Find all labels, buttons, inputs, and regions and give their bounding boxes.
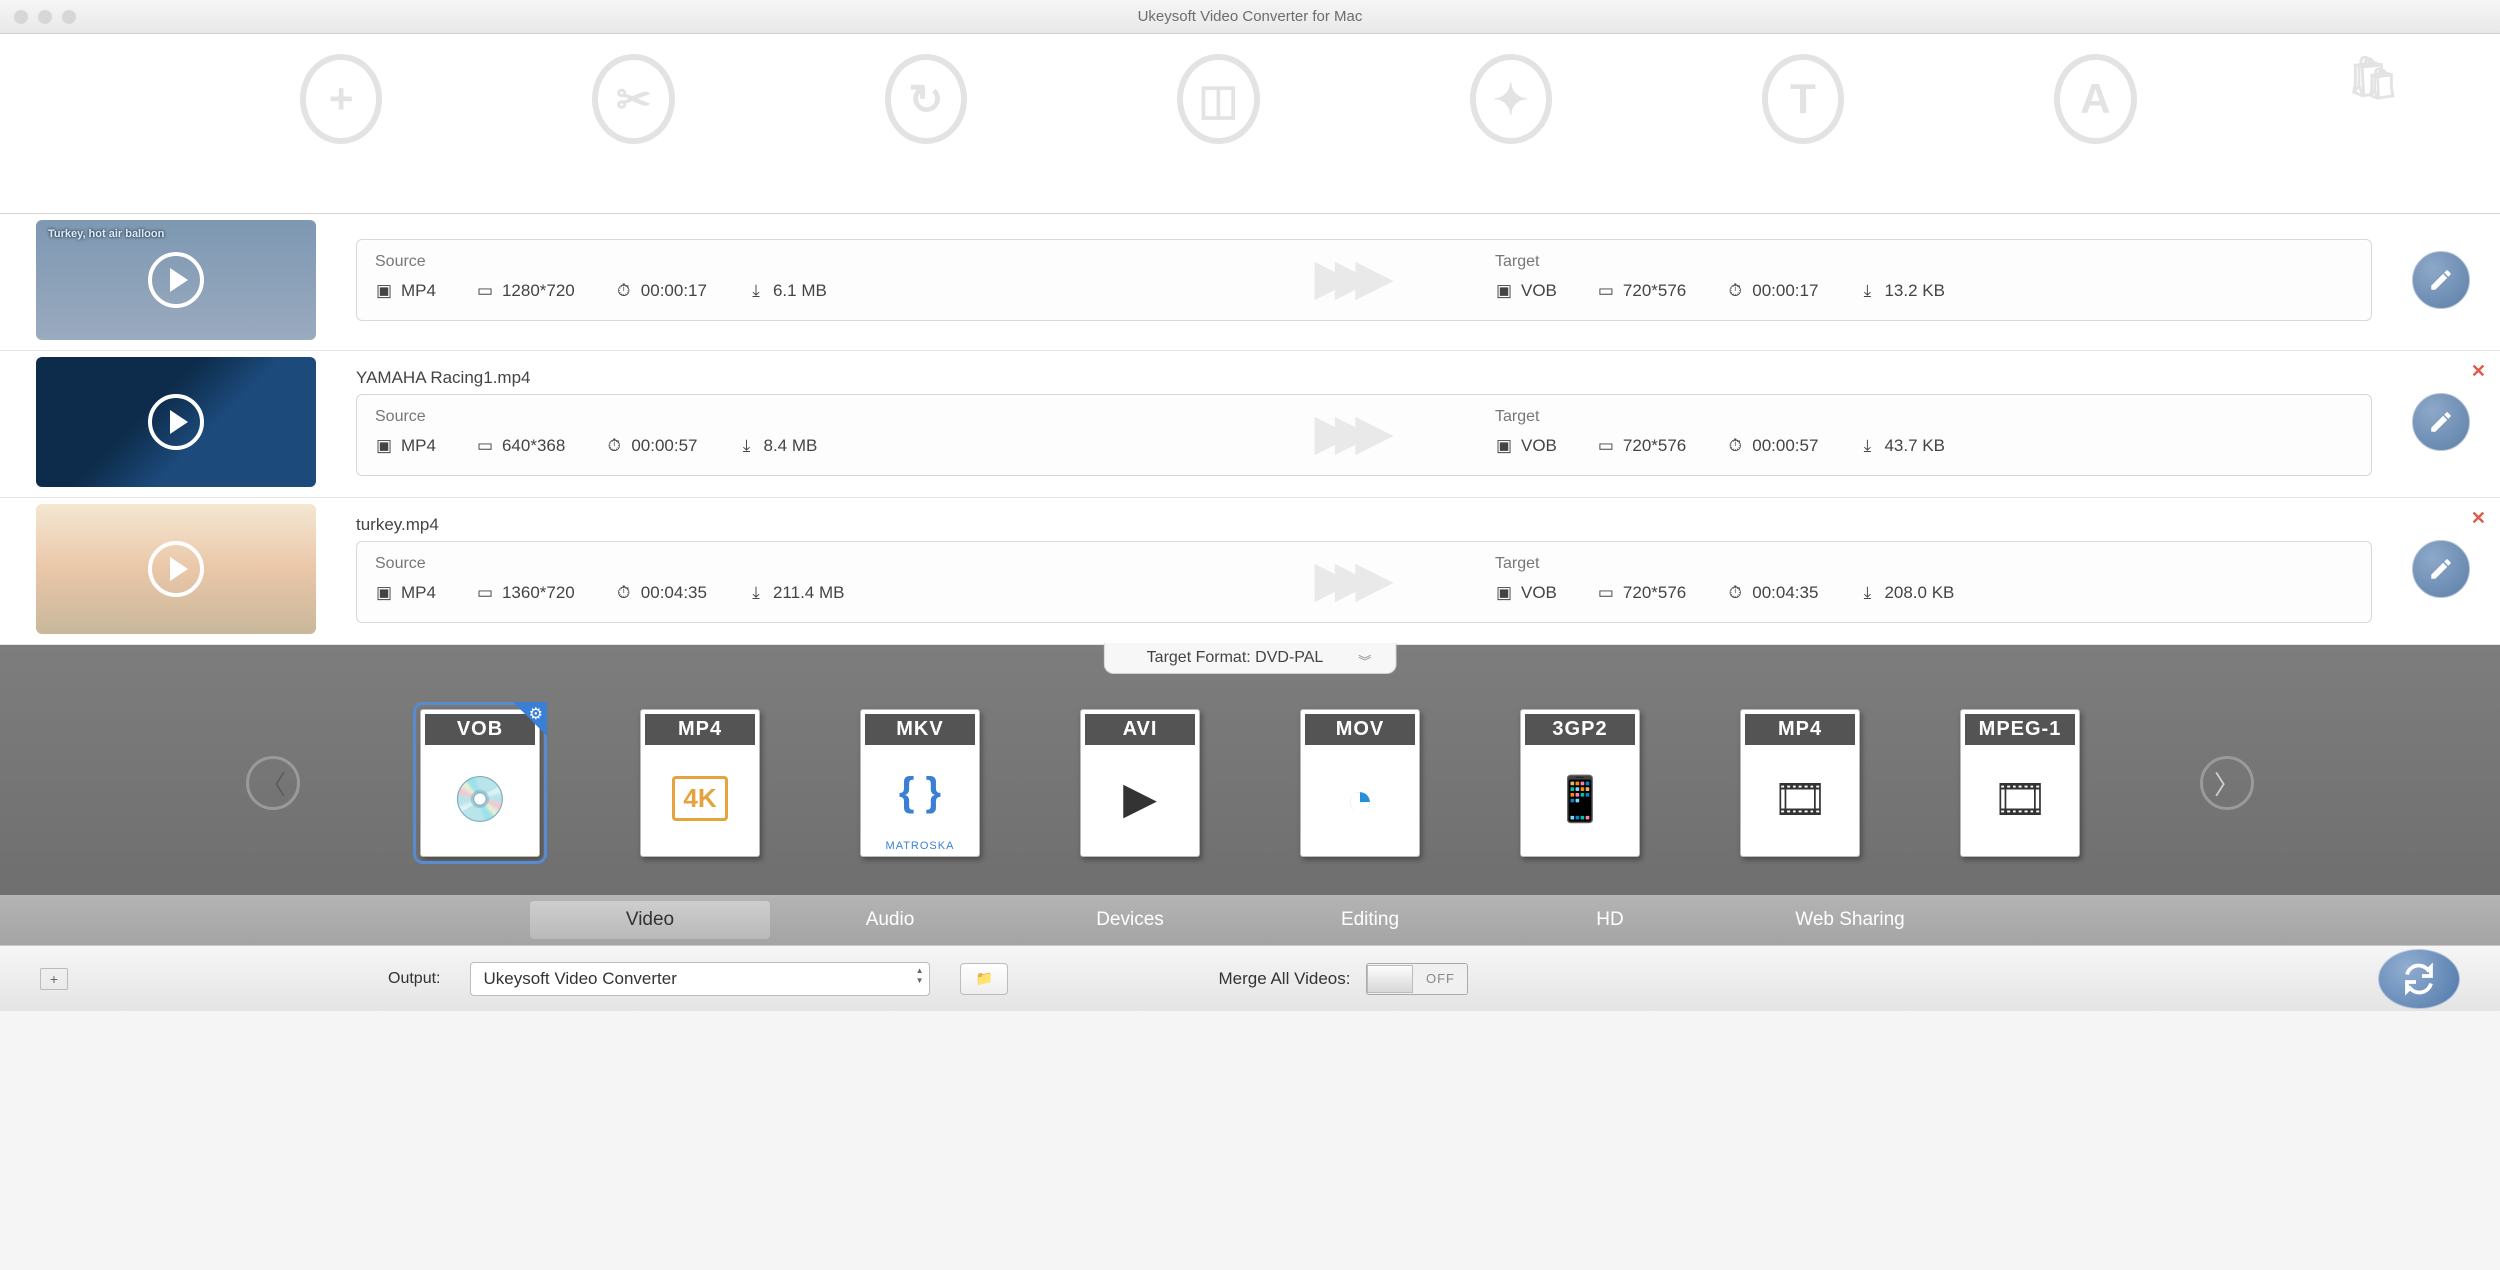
format-icon: ▣ [1495,282,1513,300]
tab-video[interactable]: Video [530,901,770,939]
format-icon: ▣ [1495,584,1513,602]
arrow-icon: ▶▶▶ [1314,403,1375,461]
remove-item-button[interactable]: ✕ [2471,508,2486,529]
resolution-icon: ▭ [1597,282,1615,300]
resolution-icon: ▭ [476,282,494,300]
filesize-icon: ⤓ [747,282,765,300]
trim-button[interactable]: ✂ [592,54,674,144]
filesize-icon: ⤓ [738,437,756,455]
play-icon[interactable] [148,394,204,450]
crop-button[interactable]: ◫ [1177,54,1259,144]
edit-output-button[interactable] [2412,251,2470,309]
conversion-card: Source ▣MP4 ▭640*368 ⏱00:00:57 ⤓8.4 MB ▶… [356,394,2372,476]
edit-output-button[interactable] [2412,540,2470,598]
category-tabs: VideoAudioDevicesEditingHDWeb Sharing [0,895,2500,945]
formats-prev-button[interactable]: 〈 [246,756,300,810]
resolution-icon: ▭ [476,584,494,602]
duration-icon: ⏱ [615,584,633,602]
format-option-vob[interactable]: VOB💿 [420,709,540,857]
list-item[interactable]: Turkey, hot air balloon Source ▣MP4 ▭128… [0,214,2500,351]
video-thumbnail[interactable] [36,357,316,487]
output-label: Output: [388,970,440,988]
conversion-card: Source ▣MP4 ▭1360*720 ⏱00:04:35 ⤓211.4 M… [356,541,2372,623]
subtitle-button[interactable]: A [2054,54,2136,144]
format-icon: ▣ [1495,437,1513,455]
file-name: YAMAHA Racing1.mp4 [356,368,2372,388]
merge-toggle[interactable]: OFF [1366,963,1468,995]
list-item[interactable]: ✕ YAMAHA Racing1.mp4 Source ▣MP4 ▭640*36… [0,351,2500,498]
tab-web-sharing[interactable]: Web Sharing [1730,901,1970,939]
duration-icon: ⏱ [605,437,623,455]
duration-icon: ⏱ [1726,437,1744,455]
filesize-icon: ⤓ [1858,584,1876,602]
rotate-button[interactable]: ↻ [885,54,967,144]
format-option-mp4[interactable]: MP4🎞 [1740,709,1860,857]
arrow-icon: ▶▶▶ [1314,550,1375,608]
duration-icon: ⏱ [1726,282,1744,300]
format-option-mov[interactable]: MOV◔ [1300,709,1420,857]
format-option-3gp2[interactable]: 3GP2📱 [1520,709,1640,857]
resolution-icon: ▭ [1597,437,1615,455]
format-icon: ▣ [375,282,393,300]
output-path-select[interactable]: Ukeysoft Video Converter ▲▼ [470,962,930,996]
store-icon[interactable]: 🛍 [2347,54,2400,103]
target-label: Target [1495,253,2195,271]
bottom-bar: + Output: Ukeysoft Video Converter ▲▼ 📁 … [0,945,2500,1011]
tab-devices[interactable]: Devices [1010,901,1250,939]
format-option-mp4[interactable]: MP44K [640,709,760,857]
arrow-icon: ▶▶▶ [1314,248,1375,306]
add-output-button[interactable]: + [40,968,68,990]
format-icon: ▣ [375,584,393,602]
format-picker: 〈 VOB💿 MP44K MKV{ }MATROSKA AVI▶ MOV◔ 3GP2📱 MP… [0,645,2500,895]
format-icon: ▣ [375,437,393,455]
window-title: Ukeysoft Video Converter for Mac [0,8,2500,25]
formats-next-button[interactable]: 〉 [2200,756,2254,810]
resolution-icon: ▭ [1597,584,1615,602]
resolution-icon: ▭ [476,437,494,455]
merge-label: Merge All Videos: [1218,969,1350,989]
conversion-card: Source ▣MP4 ▭1280*720 ⏱00:00:17 ⤓6.1 MB … [356,239,2372,321]
stepper-icon: ▲▼ [916,967,924,985]
file-list: Turkey, hot air balloon Source ▣MP4 ▭128… [0,214,2500,645]
source-label: Source [375,253,1195,271]
filesize-icon: ⤓ [1858,437,1876,455]
file-name: turkey.mp4 [356,515,2372,535]
list-item[interactable]: ✕ turkey.mp4 Source ▣MP4 ▭1360*720 ⏱00:0… [0,498,2500,645]
tab-audio[interactable]: Audio [770,901,1010,939]
chevron-down-icon: ︾ [1358,651,1371,670]
effects-button[interactable]: ✦ [1470,54,1552,144]
format-option-mkv[interactable]: MKV{ }MATROSKA [860,709,980,857]
target-format-toggle[interactable]: Target Format: DVD-PAL ︾ [1104,643,1397,674]
filesize-icon: ⤓ [747,584,765,602]
tab-editing[interactable]: Editing [1250,901,1490,939]
tab-hd[interactable]: HD [1490,901,1730,939]
titlebar: Ukeysoft Video Converter for Mac [0,0,2500,34]
play-icon[interactable] [148,541,204,597]
format-option-mpeg-1[interactable]: MPEG-1🎞 [1960,709,2080,857]
remove-item-button[interactable]: ✕ [2471,361,2486,382]
watermark-button[interactable]: T [1762,54,1844,144]
video-thumbnail[interactable] [36,504,316,634]
toolbar: + ✂ ↻ ◫ ✦ T A 🛍 [0,34,2500,214]
filesize-icon: ⤓ [1858,282,1876,300]
edit-output-button[interactable] [2412,393,2470,451]
add-file-button[interactable]: + [300,54,382,144]
convert-button[interactable] [2378,949,2460,1009]
duration-icon: ⏱ [1726,584,1744,602]
video-thumbnail[interactable]: Turkey, hot air balloon [36,220,316,340]
open-output-folder-button[interactable]: 📁 [960,963,1008,995]
format-option-avi[interactable]: AVI▶ [1080,709,1200,857]
duration-icon: ⏱ [615,282,633,300]
play-icon[interactable] [148,252,204,308]
